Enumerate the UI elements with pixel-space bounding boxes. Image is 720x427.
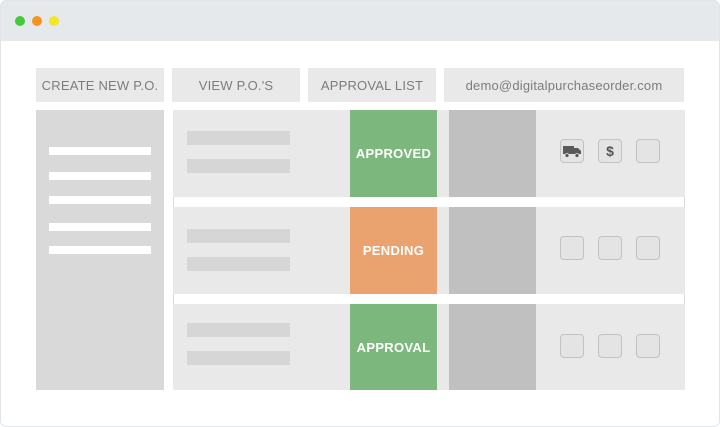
text-placeholder bbox=[187, 257, 290, 271]
empty-action-icon[interactable] bbox=[598, 236, 622, 260]
text-placeholder bbox=[187, 323, 290, 337]
image-placeholder bbox=[449, 207, 536, 294]
sidebar-item[interactable] bbox=[49, 196, 151, 204]
empty-action-icon[interactable] bbox=[598, 334, 622, 358]
status-badge: APPROVED bbox=[350, 110, 437, 197]
create-new-po-button[interactable]: CREATE NEW P.O. bbox=[36, 68, 164, 102]
approval-list-button[interactable]: APPROVAL LIST bbox=[308, 68, 436, 102]
text-placeholder bbox=[187, 229, 290, 243]
status-badge: PENDING bbox=[350, 207, 437, 294]
status-badge: APPROVAL bbox=[350, 304, 437, 390]
empty-action-icon[interactable] bbox=[560, 334, 584, 358]
view-pos-button[interactable]: VIEW P.O.'S bbox=[172, 68, 300, 102]
truck-icon[interactable] bbox=[560, 139, 584, 163]
empty-action-icon[interactable] bbox=[636, 334, 660, 358]
po-row[interactable]: APPROVAL bbox=[173, 304, 685, 390]
window-minimize-button[interactable] bbox=[32, 16, 42, 26]
image-placeholder bbox=[449, 110, 536, 197]
row-divider bbox=[173, 197, 685, 207]
account-email[interactable]: demo@digitalpurchaseorder.com bbox=[444, 68, 684, 102]
sidebar-item[interactable] bbox=[49, 246, 151, 254]
title-bar bbox=[1, 1, 719, 41]
row-divider bbox=[173, 294, 685, 304]
text-placeholder bbox=[187, 159, 290, 173]
text-placeholder bbox=[187, 351, 290, 365]
sidebar-item[interactable] bbox=[49, 147, 151, 155]
po-row[interactable]: APPROVED $ bbox=[173, 110, 685, 197]
dollar-glyph: $ bbox=[606, 143, 614, 159]
sidebar bbox=[36, 110, 164, 390]
text-placeholder bbox=[187, 131, 290, 145]
window-close-button[interactable] bbox=[49, 16, 59, 26]
window-zoom-button[interactable] bbox=[15, 16, 25, 26]
sidebar-item[interactable] bbox=[49, 223, 151, 231]
sidebar-item[interactable] bbox=[49, 172, 151, 180]
empty-action-icon[interactable] bbox=[560, 236, 584, 260]
empty-action-icon[interactable] bbox=[636, 236, 660, 260]
dollar-icon[interactable]: $ bbox=[598, 139, 622, 163]
image-placeholder bbox=[449, 304, 536, 390]
po-row[interactable]: PENDING bbox=[173, 207, 685, 294]
empty-action-icon[interactable] bbox=[636, 139, 660, 163]
